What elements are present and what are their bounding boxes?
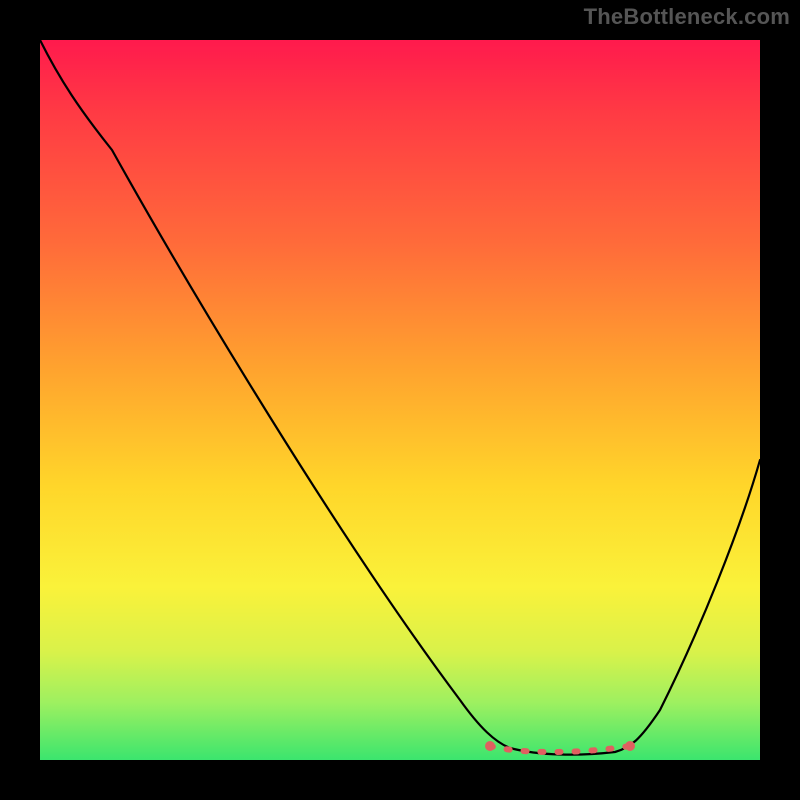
bottleneck-curve xyxy=(40,40,760,755)
plot-area xyxy=(40,40,760,760)
highlight-end-dot xyxy=(625,741,635,751)
highlight-segment xyxy=(490,746,630,752)
chart-frame: TheBottleneck.com xyxy=(0,0,800,800)
watermark-text: TheBottleneck.com xyxy=(584,4,790,30)
highlight-start-dot xyxy=(485,741,495,751)
curve-svg xyxy=(40,40,760,760)
